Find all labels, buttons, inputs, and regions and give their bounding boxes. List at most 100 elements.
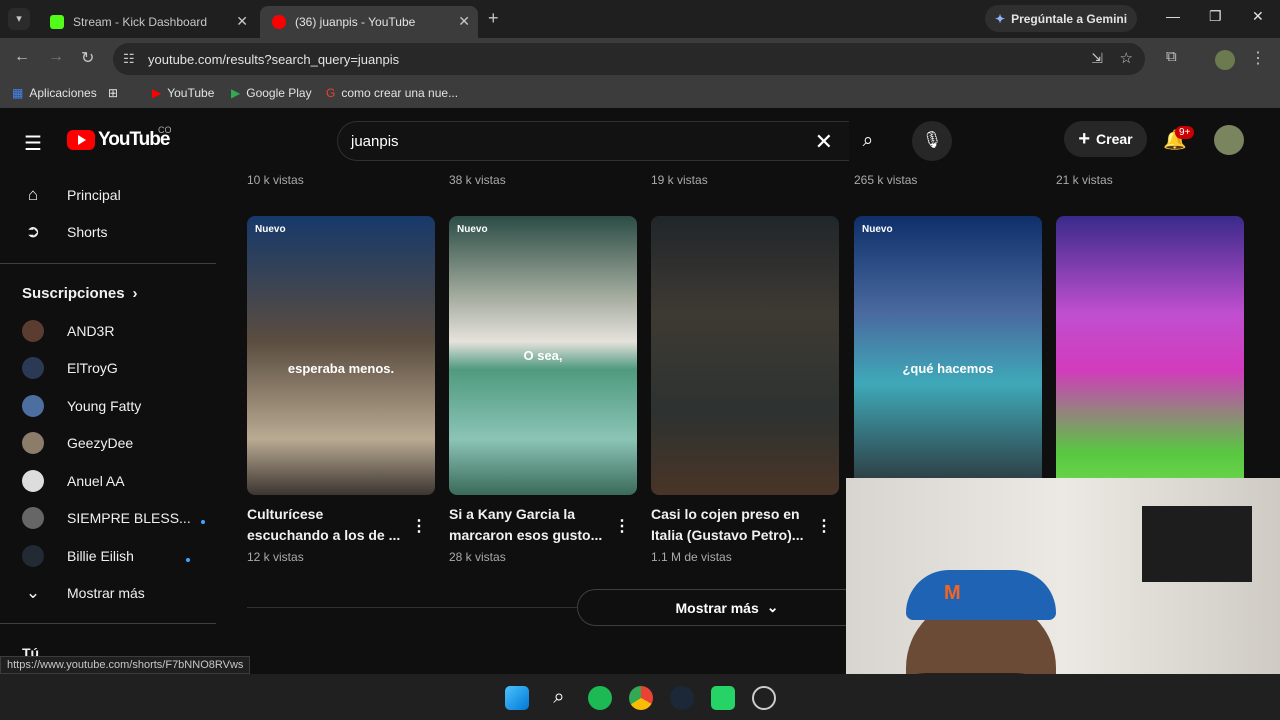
short-thumbnail[interactable]: Nuevo ¿qué hacemos [854, 216, 1042, 495]
video-views: 19 k vistas [651, 173, 708, 187]
browser-menu-icon[interactable]: ⋮ [1250, 48, 1266, 68]
new-badge: Nuevo [457, 224, 488, 235]
subscriptions-title: Suscripciones [22, 284, 125, 302]
address-bar[interactable]: ☷ youtube.com/results?search_query=juanp… [113, 43, 1145, 75]
home-icon: ⌂ [27, 185, 39, 204]
account-avatar[interactable] [1214, 125, 1244, 155]
close-tab-icon[interactable]: ✕ [458, 13, 470, 30]
minimize-icon[interactable]: — [1166, 8, 1180, 24]
tab-kick-dashboard[interactable]: Stream - Kick Dashboard ✕ [38, 6, 256, 38]
chevron-down-icon: ⌄ [766, 599, 779, 615]
grid-icon: ⊞ [108, 86, 119, 100]
short-title[interactable]: Casi lo cojen preso en Italia (Gustavo P… [651, 504, 811, 546]
subscription-item[interactable]: AND3R [22, 319, 114, 343]
address-toolbar: ← → ↻ ☷ youtube.com/results?search_query… [0, 38, 1280, 80]
channel-avatar [22, 320, 44, 342]
tab-youtube[interactable]: (36) juanpis - YouTube ✕ [260, 6, 478, 38]
back-icon[interactable]: ← [14, 48, 30, 66]
site-info-icon[interactable]: ☷ [123, 51, 135, 67]
short-views: 12 k vistas [247, 550, 304, 564]
tab-title: (36) juanpis - YouTube [295, 15, 416, 29]
video-views: 21 k vistas [1056, 173, 1113, 187]
voice-search-button[interactable]: 🎙 [912, 121, 952, 161]
sidebar-item-shorts[interactable]: ➲ Shorts [22, 220, 108, 244]
country-code: CO [158, 125, 172, 135]
channel-avatar [22, 545, 44, 567]
new-badge: Nuevo [862, 224, 893, 235]
bookmark-label: Google Play [246, 86, 312, 100]
show-more-subscriptions[interactable]: ⌄ Mostrar más [22, 581, 145, 605]
short-thumbnail[interactable] [1056, 216, 1244, 495]
new-content-dot [185, 558, 190, 562]
profile-avatar[interactable] [1215, 50, 1235, 70]
video-views: 265 k vistas [854, 173, 918, 187]
bookmark-google-play[interactable]: ▶ Google Play [231, 86, 312, 100]
taskbar-search-icon[interactable]: ⌕ [547, 686, 571, 710]
short-title[interactable]: Culturícese escuchando a los de ... [247, 504, 407, 546]
sidebar-item-label: Principal [67, 187, 121, 203]
more-actions-icon[interactable]: ⋮ [614, 516, 630, 536]
more-actions-icon[interactable]: ⋮ [411, 516, 427, 536]
chevron-down-icon: ⌄ [25, 583, 41, 602]
show-more-button[interactable]: Mostrar más ⌄ [577, 589, 877, 626]
subscription-item[interactable]: SIEMPRE BLESS... [22, 506, 205, 530]
bookmark-youtube[interactable]: ▶ YouTube [152, 86, 214, 100]
short-title[interactable]: Si a Kany Garcia la marcaron esos gusto.… [449, 504, 609, 546]
clear-search-icon[interactable]: ✕ [815, 129, 833, 155]
bookmark-star-icon[interactable]: ☆ [1120, 49, 1133, 67]
sidebar-item-principal[interactable]: ⌂ Principal [22, 183, 121, 207]
subscription-item[interactable]: Anuel AA [22, 469, 125, 493]
windows-start-icon[interactable] [505, 686, 529, 710]
create-button[interactable]: + Crear [1064, 121, 1147, 157]
hamburger-menu-icon[interactable]: ☰ [24, 131, 42, 156]
subscriptions-header[interactable]: Suscripciones › [22, 281, 138, 305]
channel-avatar [22, 470, 44, 492]
whatsapp-icon[interactable] [711, 686, 735, 710]
channel-name-wrap: SIEMPRE BLESS... [67, 510, 205, 526]
short-caption: esperaba menos. [287, 361, 395, 376]
subscription-item[interactable]: Young Fatty [22, 394, 141, 418]
obs-icon[interactable] [752, 686, 776, 710]
channel-avatar [22, 507, 44, 529]
notification-badge: 9+ [1175, 126, 1195, 139]
tab-groups-icon[interactable]: ⊞ [108, 86, 124, 100]
bookmark-google[interactable]: Gcomo crear una nue... [326, 86, 458, 100]
video-views: 10 k vistas [247, 173, 304, 187]
reload-icon[interactable]: ↻ [81, 48, 94, 68]
steam-icon[interactable] [670, 686, 694, 710]
short-thumbnail[interactable] [651, 216, 839, 495]
subscription-item[interactable]: ElTroyG [22, 356, 118, 380]
channel-avatar [22, 357, 44, 379]
chrome-icon[interactable] [629, 686, 653, 710]
subscription-item[interactable]: GeezyDee [22, 431, 133, 455]
chevron-right-icon: › [132, 284, 138, 302]
search-input[interactable]: juanpis ✕ [337, 121, 849, 161]
search-button[interactable]: ⌕ [849, 121, 887, 161]
kick-icon [50, 15, 64, 29]
show-more-label: Mostrar más [67, 585, 145, 601]
google-icon: G [326, 86, 336, 100]
youtube-logo[interactable]: YouTube CO [67, 125, 172, 151]
new-tab-button[interactable]: + [488, 8, 499, 29]
youtube-icon: ▶ [152, 86, 162, 100]
restore-icon[interactable]: ❐ [1209, 8, 1222, 25]
bookmarks-bar: ▦ Aplicaciones ⊞ ▶ YouTube ▶ Google Play Gc… [0, 80, 1280, 108]
install-icon[interactable]: ⇲ [1091, 50, 1103, 67]
gemini-button[interactable]: ✦ Pregúntale a Gemini [985, 5, 1138, 32]
spotify-icon[interactable] [588, 686, 612, 710]
tab-search-button[interactable]: ▾ [8, 8, 30, 30]
short-thumbnail[interactable]: Nuevo O sea, [449, 216, 637, 495]
short-thumbnail[interactable]: Nuevo esperaba menos. [247, 216, 435, 495]
forward-icon[interactable]: → [48, 48, 64, 66]
gemini-label: Pregúntale a Gemini [1011, 11, 1128, 26]
url-text: youtube.com/results?search_query=juanpis [148, 51, 400, 67]
bookmark-apps[interactable]: ▦ Aplicaciones [12, 86, 97, 100]
more-actions-icon[interactable]: ⋮ [816, 516, 832, 536]
short-caption: O sea, [523, 348, 563, 363]
subscription-item[interactable]: Billie Eilish [22, 544, 190, 568]
close-tab-icon[interactable]: ✕ [236, 13, 248, 30]
close-window-icon[interactable]: ✕ [1252, 8, 1264, 25]
section-divider [247, 607, 577, 608]
channel-name: ElTroyG [67, 360, 118, 376]
extensions-icon[interactable]: ⧉ [1166, 48, 1177, 65]
